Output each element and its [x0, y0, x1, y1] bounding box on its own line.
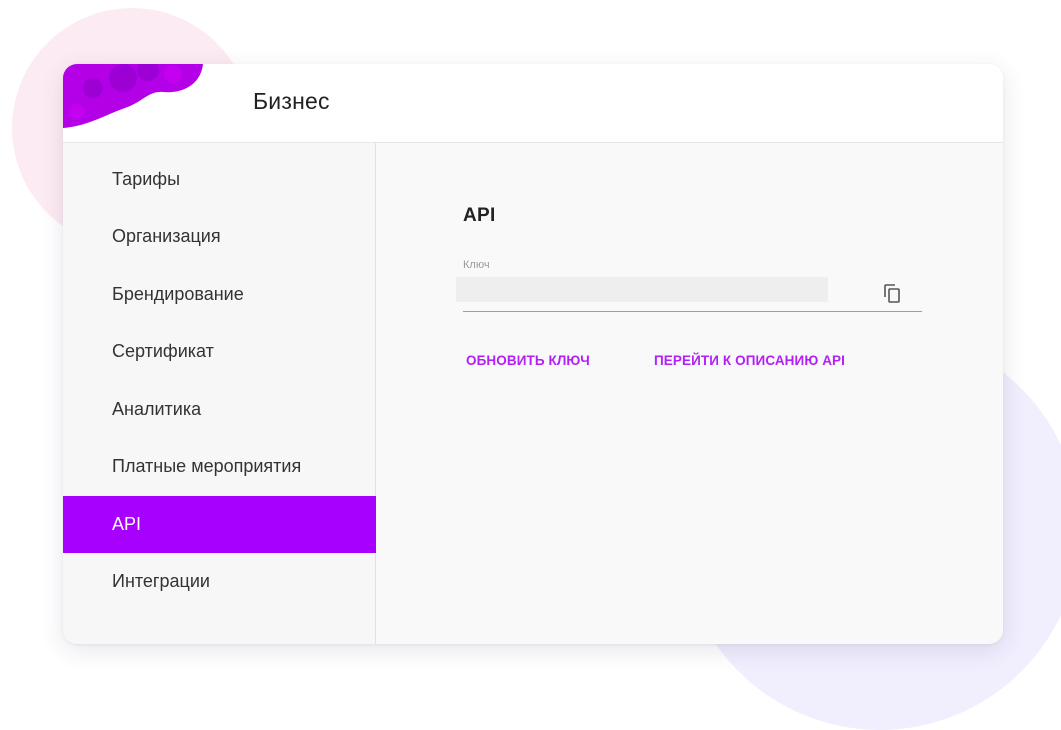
brand-blob-logo: [63, 64, 203, 128]
sidebar-nav: Тарифы Организация Брендирование Сертифи…: [63, 143, 376, 644]
sidebar-item-api[interactable]: API: [63, 496, 376, 553]
business-settings-card: Бизнес Тарифы Организация Брендирование …: [63, 64, 1003, 644]
api-key-field[interactable]: [456, 277, 828, 302]
sidebar-item-organization[interactable]: Организация: [63, 208, 376, 265]
section-title: API: [463, 205, 496, 226]
key-field-label: Ключ: [463, 259, 490, 271]
api-key-underline: [463, 311, 922, 312]
api-content-panel: API Ключ ОБНОВИТЬ КЛЮЧ ПЕРЕЙТИ К ОПИСАНИ…: [376, 143, 1003, 644]
sidebar-item-tariffs[interactable]: Тарифы: [63, 151, 376, 208]
copy-icon[interactable]: [882, 283, 902, 305]
sidebar-item-paid-events[interactable]: Платные мероприятия: [63, 438, 376, 495]
sidebar-item-integrations[interactable]: Интеграции: [63, 553, 376, 610]
page-title: Бизнес: [253, 88, 330, 114]
sidebar-item-branding[interactable]: Брендирование: [63, 266, 376, 323]
sidebar-item-certificate[interactable]: Сертификат: [63, 323, 376, 380]
card-header: Бизнес: [63, 64, 1003, 143]
api-docs-link[interactable]: ПЕРЕЙТИ К ОПИСАНИЮ API: [654, 353, 845, 368]
refresh-key-button[interactable]: ОБНОВИТЬ КЛЮЧ: [466, 353, 590, 368]
sidebar-item-analytics[interactable]: Аналитика: [63, 381, 376, 438]
